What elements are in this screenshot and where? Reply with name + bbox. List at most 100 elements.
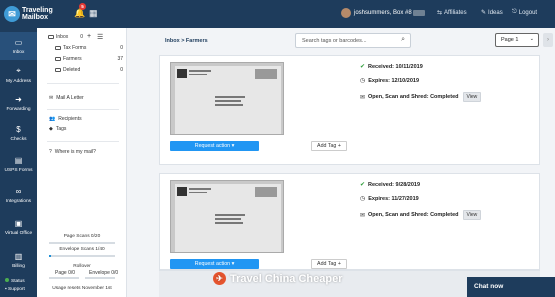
view-button[interactable]: View [462,210,482,220]
logout-icon: ⎋ [512,9,517,15]
search-input[interactable]: Search tags or barcodes... ⌕ [295,33,411,48]
mail-item-card: Request action ▾ Add Tag + ✔ Received: 10… [159,55,540,165]
page-select[interactable]: Page 1 ⌄ [495,33,539,47]
avatar [341,8,351,18]
folders-panel: Inbox 0 + ☰ Tax Forms 0 Farmers 37 Delet… [37,28,127,297]
lightbulb-icon: ✎ [481,10,487,16]
sidebar-item-label: Inbox [12,50,25,55]
chat-now-button[interactable]: Chat now [467,277,555,297]
chevron-down-icon: ⌄ [529,36,534,42]
folder-inbox[interactable]: Inbox 0 [48,34,83,40]
document-icon: ▤ [14,155,23,165]
sidebar-item-inbox[interactable]: ▭ Inbox [0,32,37,60]
sidebar-item-billing[interactable]: ▥ Billing [0,246,37,274]
folder-count: 0 [120,67,123,73]
chat-now-label: Chat now [474,283,504,290]
mail-icon: ✉ [49,95,54,101]
request-action-button[interactable]: Request action ▾ [170,259,259,269]
received-date: ✔ Received: 9/28/2019 [360,181,421,189]
chevron-down-icon: ▾ [231,261,235,267]
menu-icon[interactable]: ☰ [97,33,103,41]
inbox-icon: ▭ [14,37,23,47]
next-page-button[interactable]: › [543,33,553,47]
forward-arrow-icon: ➜ [15,94,22,104]
usage-resets-label: Usage resets November 1st [52,286,112,291]
chevron-right-icon: › [547,37,549,43]
check-icon: $ [16,124,21,134]
ideas-label: Ideas [488,9,503,16]
folder-deleted[interactable]: Deleted [55,67,80,73]
redacted-box-number [412,10,425,16]
folder-tax-forms[interactable]: Tax Forms [55,45,86,51]
sidebar-item-usps-forms[interactable]: ▤ USPS Forms [0,150,37,178]
folder-farmers[interactable]: Farmers [55,56,82,62]
affiliates-label: Affiliates [444,9,467,16]
where-mail-label: Where is my mail? [54,149,96,155]
billing-icon: ▥ [14,251,23,261]
rollover-page-bar [49,277,79,279]
envelope-open-icon: ✉ [360,212,366,219]
search-icon[interactable]: ⌕ [401,36,405,44]
folder-count: 37 [117,56,123,62]
trash-icon [55,67,61,73]
mail-scan-thumbnail[interactable] [170,62,284,135]
rollover-label: Rollover [73,264,91,269]
location-pin-icon: ⌖ [16,66,21,75]
request-action-label: Request action [194,143,231,149]
check-circle-icon: ✔ [360,64,366,70]
envelope-scans-label: Envelope Scans 1/40 [59,247,105,252]
sidebar-item-label: Forwarding [6,107,31,112]
add-tag-button[interactable]: Add Tag + [311,259,347,269]
sidebar-item-integrations[interactable]: ∞ Integrations [0,181,37,209]
watermark-logo-icon: ✈ [213,272,226,285]
request-action-button[interactable]: Request action ▾ [170,141,259,151]
mail-scan-thumbnail[interactable] [170,180,284,253]
sidebar-item-checks[interactable]: $ Checks [0,119,37,147]
plus-icon: + [337,261,341,267]
add-tag-button[interactable]: Add Tag + [311,141,347,151]
add-folder-button[interactable]: + [87,33,91,40]
mail-letter-link[interactable]: ✉ Mail A Letter [49,95,84,101]
sidebar-item-label: Checks [10,137,27,142]
recipients-link[interactable]: 👥 Recipients [49,116,82,122]
folder-count: 0 [80,34,84,40]
where-mail-link[interactable]: ? Where is my mail? [49,149,96,155]
check-circle-icon: ✔ [360,182,366,188]
sidebar-item-forwarding[interactable]: ➜ Forwarding [0,89,37,117]
breadcrumb[interactable]: Inbox > Farmers [165,38,208,44]
rollover-page: Page 0/0 [55,270,76,276]
sidebar-item-my-address[interactable]: ⌖ My Address [0,61,37,89]
support-label: Support [8,287,25,292]
sidebar-item-label: My Address [5,79,32,84]
folder-label: Deleted [63,67,81,73]
scan-status: ✉ Open, Scan and Shred: Completed View [360,210,482,220]
divider [47,141,119,142]
logout-link[interactable]: ⎋ Logout [512,9,537,16]
page-select-value: Page 1 [501,37,519,43]
divider [47,83,119,84]
clock-icon: ◷ [360,196,366,202]
folder-label: Tax Forms [63,45,87,51]
logout-label: Logout [518,9,538,16]
mail-letter-label: Mail A Letter [56,95,84,101]
user-menu[interactable]: joshsummers, Box #8 [341,8,425,18]
affiliates-link[interactable]: ⇆ Affiliates [437,9,467,17]
question-icon: ? [49,149,52,155]
chevron-down-icon: ▾ [231,143,235,149]
sidebar-item-label: USPS Forms [4,168,33,173]
sidebar-item-label: Integrations [5,199,32,204]
support-link[interactable]: ▪ Support [5,286,25,294]
view-button[interactable]: View [462,92,482,102]
search-placeholder: Search tags or barcodes... [302,38,367,44]
add-tag-label: Add Tag [317,261,337,267]
clock-icon: ◷ [360,78,366,84]
rollover-envelope-bar [85,277,115,279]
envelope-scans-bar [49,255,115,257]
ideas-link[interactable]: ✎ Ideas [481,9,503,17]
request-action-label: Request action [194,261,231,267]
sidebar-item-virtual-office[interactable]: ▣ Virtual Office [0,213,37,241]
tags-link[interactable]: ◆ Tags [49,126,66,132]
status-link[interactable]: Status [5,278,25,286]
app-logo[interactable]: ✉ Traveling Mailbox [4,3,53,25]
calculator-icon[interactable]: ▦ [89,8,98,19]
